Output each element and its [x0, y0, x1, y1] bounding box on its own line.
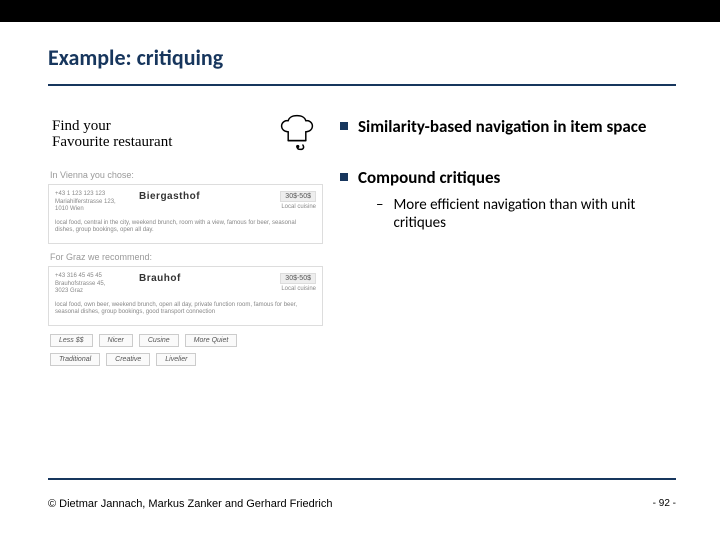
vienna-section-label: In Vienna you chose:: [50, 170, 323, 180]
bullet-similarity-text: Similarity-based navigation in item spac…: [358, 116, 646, 137]
chip-cuisine[interactable]: Cusine: [139, 334, 179, 347]
vienna-phone: +43 1 123 123 123: [55, 191, 133, 199]
restaurant-example: Find your Favourite restaurant In Vienna…: [48, 108, 323, 366]
example-header: Find your Favourite restaurant: [48, 108, 323, 166]
graz-phone: +43 316 45 45 45: [55, 273, 133, 281]
dash-bullet-icon: –: [376, 196, 383, 232]
graz-desc: local food, own beer, weekend brunch, op…: [49, 298, 322, 326]
chip-more-quiet[interactable]: More Quiet: [185, 334, 238, 347]
graz-city: 3023 Graz: [55, 288, 133, 296]
tagline-line1: Find your: [52, 119, 172, 135]
graz-section-label: For Graz we recommend:: [50, 252, 323, 262]
graz-card: +43 316 45 45 45 Brauhofstrasse 45, 3023…: [48, 266, 323, 326]
critique-chips-row2: Traditional Creative Livelier: [50, 353, 321, 366]
bullet-compound: Compound critiques – More efficient navi…: [340, 167, 680, 232]
chip-creative[interactable]: Creative: [106, 353, 150, 366]
vienna-city: 1010 Wien: [55, 206, 133, 214]
chip-livelier[interactable]: Livelier: [156, 353, 196, 366]
example-tagline: Find your Favourite restaurant: [52, 119, 172, 151]
square-bullet-icon: [340, 122, 348, 130]
graz-price-col: 30$-50$ Local cuisine: [254, 273, 316, 292]
vienna-street: Mariahilferstrasse 123,: [55, 199, 133, 207]
chip-less-money[interactable]: Less $$: [50, 334, 93, 347]
square-bullet-icon: [340, 173, 348, 181]
vienna-name: Biergasthof: [139, 191, 248, 202]
vienna-card: +43 1 123 123 123 Mariahilferstrasse 123…: [48, 184, 323, 244]
vienna-cuisine: Local cuisine: [254, 204, 316, 210]
sub-bullet-efficiency: – More efficient navigation than with un…: [376, 196, 680, 232]
vienna-price-col: 30$-50$ Local cuisine: [254, 191, 316, 210]
graz-street: Brauhofstrasse 45,: [55, 281, 133, 289]
divider-top: [48, 84, 676, 86]
tagline-line2: Favourite restaurant: [52, 135, 172, 151]
copyright-footer: © Dietmar Jannach, Markus Zanker and Ger…: [48, 498, 332, 510]
divider-bottom: [48, 478, 676, 480]
slide: Example: critiquing Find your Favourite …: [0, 0, 720, 540]
graz-cuisine: Local cuisine: [254, 286, 316, 292]
vienna-desc: local food, central in the city, weekend…: [49, 216, 322, 244]
sub-bullet-text: More efficient navigation than with unit…: [393, 196, 680, 232]
graz-name: Brauhof: [139, 273, 248, 284]
critique-chips-row1: Less $$ Nicer Cusine More Quiet: [50, 334, 321, 347]
chip-nicer[interactable]: Nicer: [99, 334, 133, 347]
graz-address: +43 316 45 45 45 Brauhofstrasse 45, 3023…: [55, 273, 133, 296]
page-number: - 92 -: [653, 498, 676, 509]
graz-price: 30$-50$: [280, 273, 316, 284]
slide-title: Example: critiquing: [48, 44, 223, 71]
top-black-bar: [0, 0, 720, 22]
vienna-price: 30$-50$: [280, 191, 316, 202]
chip-traditional[interactable]: Traditional: [50, 353, 100, 366]
chef-icon: [275, 114, 319, 156]
bullet-column: Similarity-based navigation in item spac…: [340, 116, 680, 262]
bullet-compound-text: Compound critiques: [358, 167, 680, 188]
vienna-address: +43 1 123 123 123 Mariahilferstrasse 123…: [55, 191, 133, 214]
bullet-similarity: Similarity-based navigation in item spac…: [340, 116, 680, 137]
